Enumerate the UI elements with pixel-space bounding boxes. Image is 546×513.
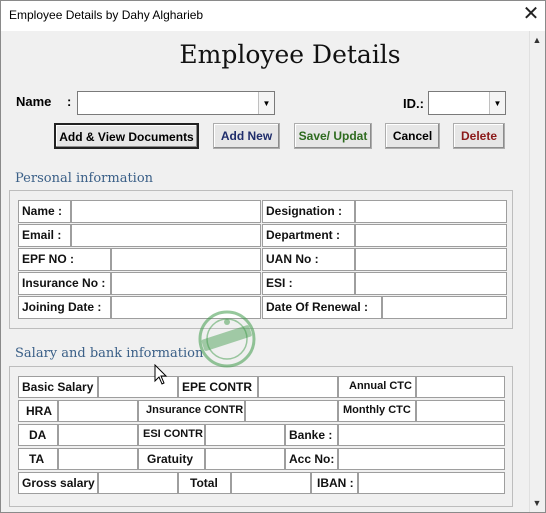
name-colon: :	[67, 94, 72, 109]
epf-field[interactable]	[111, 248, 261, 271]
esi-label: ESI :	[262, 272, 355, 295]
banke-field[interactable]	[338, 424, 505, 446]
uan-field[interactable]	[355, 248, 507, 271]
name-combobox[interactable]	[77, 91, 275, 115]
iban-field[interactable]	[358, 472, 505, 494]
id-dropdown-icon[interactable]: ▼	[489, 92, 505, 114]
hra-field[interactable]	[58, 400, 138, 422]
esi-contr-field[interactable]	[205, 424, 285, 446]
epe-contr-field[interactable]	[258, 376, 338, 398]
monthly-ctc-label: Monthly CTC	[338, 400, 416, 422]
department-field[interactable]	[355, 224, 507, 247]
gratuity-field[interactable]	[205, 448, 285, 470]
annual-ctc-field[interactable]	[416, 376, 505, 398]
gratuity-label: Gratuity	[138, 448, 205, 470]
total-label: Total	[178, 472, 231, 494]
window-title: Employee Details by Dahy Algharieb	[9, 8, 204, 22]
ta-label: TA	[18, 448, 58, 470]
acc-no-field[interactable]	[338, 448, 505, 470]
scroll-down-icon[interactable]: ▼	[531, 497, 543, 509]
monthly-ctc-field[interactable]	[416, 400, 505, 422]
cancel-button[interactable]: Cancel	[385, 123, 440, 149]
watermark-stamp-logo	[198, 310, 256, 368]
da-field[interactable]	[58, 424, 138, 446]
annual-ctc-label: Annual CTC	[338, 376, 416, 398]
ta-field[interactable]	[58, 448, 138, 470]
personal-section-title: Personal information	[15, 171, 154, 186]
renewal-date-field[interactable]	[382, 296, 507, 319]
hra-label: HRA	[18, 400, 58, 422]
id-label: ID.:	[403, 96, 424, 111]
esi-contr-label: ESI CONTR	[138, 424, 205, 446]
joining-date-label: Joining Date :	[18, 296, 111, 319]
add-view-documents-button[interactable]: Add & View Documents	[54, 123, 199, 149]
vertical-scrollbar[interactable]	[529, 31, 545, 512]
epf-label: EPF NO :	[18, 248, 111, 271]
name-label: Name	[16, 94, 52, 109]
email-label: Email :	[18, 224, 71, 247]
esi-field[interactable]	[355, 272, 507, 295]
designation-label: Designation :	[262, 200, 355, 223]
insurance-field[interactable]	[111, 272, 261, 295]
jnsurance-contr-label: Jnsurance CONTR	[138, 400, 245, 422]
iban-label: IBAN :	[311, 472, 358, 494]
save-update-button[interactable]: Save/ Updat	[294, 123, 372, 149]
total-field[interactable]	[231, 472, 311, 494]
scroll-up-icon[interactable]: ▲	[531, 34, 543, 46]
jnsurance-contr-field[interactable]	[245, 400, 338, 422]
banke-label: Banke :	[285, 424, 338, 446]
epe-contr-label: EPE CONTR	[178, 376, 258, 398]
gross-salary-field[interactable]	[98, 472, 178, 494]
designation-field[interactable]	[355, 200, 507, 223]
gross-salary-label: Gross salary	[18, 472, 98, 494]
name-dropdown-icon[interactable]: ▼	[258, 92, 274, 114]
personal-name-field[interactable]	[71, 200, 261, 223]
renewal-date-label: Date Of Renewal :	[262, 296, 382, 319]
page-title: Employee Details	[179, 40, 401, 69]
da-label: DA	[18, 424, 58, 446]
insurance-label: Insurance No :	[18, 272, 111, 295]
delete-button[interactable]: Delete	[453, 123, 505, 149]
acc-no-label: Acc No:	[285, 448, 338, 470]
personal-name-label: Name :	[18, 200, 71, 223]
mouse-cursor-icon	[154, 363, 168, 386]
uan-label: UAN No :	[262, 248, 355, 271]
close-icon[interactable]: ✕	[520, 3, 542, 25]
basic-salary-label: Basic Salary	[18, 376, 98, 398]
department-label: Department :	[262, 224, 355, 247]
add-new-button[interactable]: Add New	[213, 123, 280, 149]
email-field[interactable]	[71, 224, 261, 247]
salary-section-title: Salary and bank information	[15, 346, 204, 361]
